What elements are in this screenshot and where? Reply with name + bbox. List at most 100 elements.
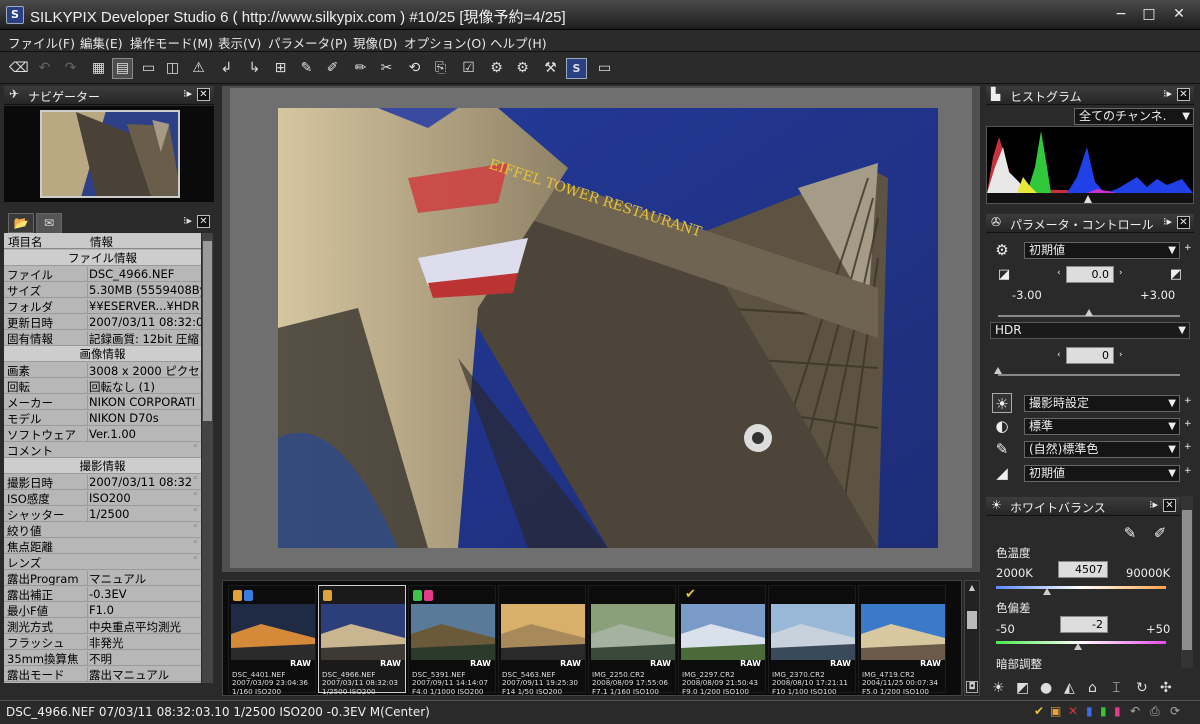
info-row[interactable]: 35mm換算焦 不明 [4,650,201,666]
plus-icon[interactable]: + [1184,419,1192,429]
info-row[interactable]: 絞り値 ◦ [4,522,201,538]
color-tool-icon[interactable]: ● [1040,680,1052,696]
exposure-decrease-icon[interactable]: ‹ [1057,268,1061,278]
filmstrip-thumbnail[interactable]: RAW DSC_4401.NEF 2007/03/09 23:04:36 1/160 … [228,585,316,696]
minimize-button[interactable]: − [1108,4,1134,24]
warning-icon[interactable]: ⚠ [188,58,209,79]
filmstrip-thumbnail[interactable]: RAW IMG_2250.CR2 2008/08/09 17:55:06 F7.1 1… [588,585,676,696]
tone-tool-icon[interactable]: ◩ [1016,680,1029,696]
filmstrip-thumbnail[interactable]: RAW IMG_4719.CR2 2004/11/25 00:07:34 F5.0 1… [858,585,946,696]
status-print-icon[interactable]: ⎙ [1150,704,1160,719]
filmstrip-scrollbar[interactable]: ▲ ◘ [964,580,980,696]
tab-info[interactable]: ✉ [36,213,62,233]
contrast-icon[interactable]: ◐ [992,416,1012,436]
hdr-slider-thumb[interactable] [994,367,1002,374]
plus-icon[interactable]: + [1184,243,1192,253]
info-col-key[interactable]: 項目名 [8,234,43,250]
menu-item-1[interactable]: 編集(E) [80,33,123,52]
tint-value[interactable]: -2 [1060,616,1108,633]
edit-dot-icon[interactable]: ◦ [193,490,198,500]
undo-icon[interactable]: ↶ [34,58,55,79]
info-row[interactable]: フォルダ ¥¥ESERVER...¥HDR [4,298,201,314]
filmstrip[interactable]: RAW DSC_4401.NEF 2007/03/09 23:04:36 1/160 … [222,580,962,696]
wb-picker-icon[interactable]: ✎ [296,58,317,79]
tag-badge-icon[interactable] [424,590,433,601]
maximize-button[interactable]: □ [1136,4,1162,24]
info-row[interactable]: 回転 回転なし (1) [4,378,201,394]
info-row[interactable]: 焦点距離 ◦ [4,538,201,554]
hammer-icon[interactable]: ⚒ [540,58,561,79]
hdr-decrease-icon[interactable]: ‹ [1057,350,1061,360]
lens-tool-icon[interactable]: ⌶ [1112,680,1120,696]
scrollbar-thumb[interactable] [203,241,212,421]
hdr-increase-icon[interactable]: › [1119,350,1123,360]
panel-close-button[interactable]: ✕ [1177,216,1190,229]
info-row[interactable]: 測光方式 中央重点平均測光 [4,618,201,634]
panel-close-button[interactable]: ✕ [1163,499,1176,512]
scrollbar-thumb[interactable] [1182,510,1192,650]
right-panel-scrollbar[interactable] [1181,496,1193,668]
crop-icon[interactable]: ⊞ [270,58,291,79]
info-row[interactable]: 固有情報 記録画質: 12bit 圧縮 [4,330,201,346]
tag-badge-icon[interactable] [233,590,242,601]
param-select-0[interactable]: 撮影時設定 ▼ [1024,395,1180,412]
compare-view-icon[interactable]: ◫ [162,58,183,79]
gear-icon[interactable]: ⚙ [992,240,1012,260]
sharp-tool-icon[interactable]: ◭ [1064,680,1075,696]
filmstrip-thumbnail[interactable]: RAW DSC_5391.NEF 2007/09/11 14:14:07 F4.0 1… [408,585,496,696]
edit-dot-icon[interactable]: ◦ [193,442,198,452]
rotate-left-icon[interactable]: ↲ [216,58,237,79]
color-temp-value[interactable]: 4507 [1058,561,1108,578]
filmstrip-thumbnail[interactable]: ✔ RAW IMG_2297.CR2 2008/08/09 21:50:43 F9.0 … [678,585,766,696]
info-row[interactable]: コメント ◦ [4,442,201,458]
panel-menu-icon[interactable]: ⁝▸ [1163,87,1172,100]
menu-item-6[interactable]: オプション(O) [404,33,486,52]
color-dropper-icon[interactable]: ✎ [992,439,1012,459]
info-row[interactable]: モデル NIKON D70s [4,410,201,426]
filmstrip-view-icon[interactable]: ▤ [112,58,133,79]
scrollbar-thumb[interactable] [967,611,977,629]
edit-dot-icon[interactable]: ◦ [193,522,198,532]
develop-icon[interactable]: ⚙ [486,58,507,79]
status-green-tag-icon[interactable]: ▮ [1100,704,1107,718]
status-delete-icon[interactable]: ✕ [1068,704,1078,718]
filmstrip-thumbnail[interactable]: RAW DSC_5463.NEF 2007/09/11 19:25:30 F14 1/… [498,585,586,696]
hdr-value[interactable]: 0 [1066,347,1114,364]
main-photo[interactable]: EIFFEL TOWER RESTAURANT [278,108,938,548]
histogram-channel-select[interactable]: 全てのチャンネ. ▼ [1074,108,1194,125]
edit-dot-icon[interactable]: ◦ [193,474,198,484]
filmstrip-menu-icon[interactable]: ◘ [966,681,978,693]
status-pink-tag-icon[interactable]: ▮ [1114,704,1121,718]
info-col-value[interactable]: 情報 [90,234,113,250]
info-row[interactable]: 露出Program マニュアル [4,570,201,586]
tag-badge-icon[interactable] [323,590,332,601]
spot-icon[interactable]: ✐ [322,58,343,79]
param-select-2[interactable]: (自然)標準色 ▼ [1024,441,1180,458]
redo-icon[interactable]: ↷ [60,58,81,79]
info-section-header[interactable]: 撮影情報 [4,458,201,474]
info-row[interactable]: WhiteBalanceホワイトバランス [4,682,201,683]
menu-item-7[interactable]: ヘルプ(H) [490,33,547,52]
info-section-header[interactable]: 画像情報 [4,346,201,362]
menu-item-0[interactable]: ファイル(F) [8,33,75,52]
edit-dot-icon[interactable]: ◦ [193,506,198,516]
hdr-section[interactable]: HDR ▼ [990,322,1190,339]
hdr-slider-track[interactable] [998,374,1180,376]
info-row[interactable]: ソフトウェア Ver.1.00 [4,426,201,442]
tag-badge-icon[interactable] [244,590,253,601]
param-select-3[interactable]: 初期値 ▼ [1024,465,1180,482]
brush-icon[interactable]: ✏ [350,58,371,79]
info-row[interactable]: 撮影日時 2007/03/11 08:32 ◦ [4,474,201,490]
info-row[interactable]: ISO感度 ISO200 ◦ [4,490,201,506]
exposure-icon[interactable]: ◪ [994,265,1014,285]
rotate-copy-icon[interactable]: ⟲ [404,58,425,79]
scissors-icon[interactable]: ✂ [376,58,397,79]
panel-close-button[interactable]: ✕ [197,88,210,101]
info-section-header[interactable]: ファイル情報 [4,250,201,266]
close-button[interactable]: ✕ [1166,4,1192,24]
info-row[interactable]: サイズ 5.30MB (5559408By [4,282,201,298]
sharpness-icon[interactable]: ◢ [992,463,1012,483]
info-row[interactable]: 露出モード 露出マニュアル [4,666,201,682]
wb-dropper-icon[interactable]: ✎ [1120,523,1140,543]
rotate-tool-icon[interactable]: ↻ [1136,680,1148,696]
